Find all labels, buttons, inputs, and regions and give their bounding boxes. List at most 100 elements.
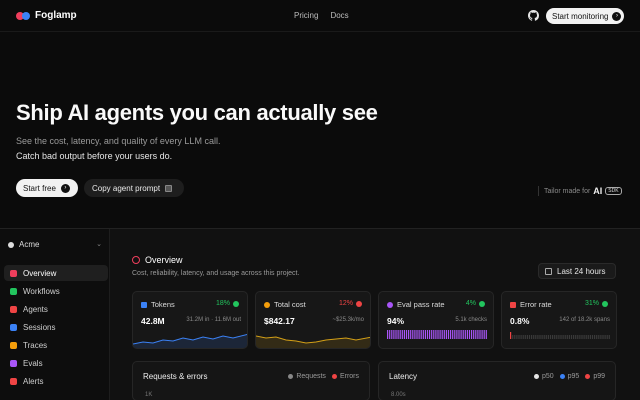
sparkbar	[549, 335, 552, 339]
sparkbar	[573, 335, 575, 339]
legend-requests[interactable]: Requests	[288, 373, 326, 380]
sidebar: Acme ⌄ Overview Workflows Agents Sessions Tr…	[0, 229, 110, 400]
start-free-label: Start free	[23, 183, 56, 193]
total-cost-icon	[264, 301, 270, 308]
tailor-made-badge: Tailor made for AI SDK	[538, 186, 622, 196]
sparkbar	[399, 330, 401, 339]
copy-icon	[165, 184, 173, 192]
brand-logo[interactable]: Foglamp	[16, 10, 77, 21]
sparkbar	[485, 330, 487, 339]
arrow-right-icon: ›	[612, 11, 622, 21]
overview-subtitle: Cost, reliability, latency, and usage ac…	[132, 270, 300, 277]
top-nav: Foglamp Pricing Docs Start monitoring ›	[0, 0, 640, 32]
sparkbar	[562, 335, 564, 339]
overview-icon	[10, 269, 17, 277]
sparkline	[510, 332, 610, 339]
sparkbar	[395, 330, 397, 339]
delta-value: 31%	[584, 300, 599, 307]
sparkbar	[556, 335, 558, 339]
card-meta: 31.2M in · 11.6M out	[186, 317, 241, 323]
sparkbar	[389, 330, 391, 339]
metric-card-tokens[interactable]: Tokens 18% 42.8M 31.2M in · 11.6M out	[132, 291, 248, 349]
metric-card-error-rate[interactable]: Error rate 31% 0.8% 142 of 18.2k spans	[501, 291, 617, 349]
sparkbar	[524, 335, 526, 339]
legend-p95[interactable]: p95	[559, 373, 579, 380]
sparkline-area	[133, 334, 247, 348]
sidebar-item-agents[interactable]: Agents	[4, 301, 108, 317]
sparkbar	[481, 330, 483, 339]
sparkbar	[583, 335, 585, 339]
chevron-down-icon: ⌄	[96, 241, 102, 248]
sparkbar	[445, 330, 447, 339]
sparkbar	[602, 335, 604, 339]
card-value: $842.17	[264, 316, 295, 326]
sparkbar	[554, 335, 556, 339]
agents-icon	[10, 305, 17, 313]
metric-card-total-cost[interactable]: Total cost 12% $842.17 ~$25.3k/mo	[255, 291, 371, 349]
alerts-icon	[10, 377, 17, 385]
sparkbar	[475, 330, 477, 339]
sparkbar	[604, 335, 606, 339]
requests-errors-panel: Requests & errors Requests Errors 1K	[132, 361, 370, 400]
delta-value: 18%	[215, 300, 230, 307]
sparkbar	[418, 330, 420, 339]
sidebar-item-overview[interactable]: Overview	[4, 265, 108, 281]
requests-axis-top: 1K	[145, 392, 153, 398]
sparkbar	[420, 330, 422, 339]
card-title: Eval pass rate	[397, 300, 445, 309]
sidebar-item-alerts[interactable]: Alerts	[4, 373, 108, 389]
sidebar-item-evals[interactable]: Evals	[4, 355, 108, 371]
sparkbar	[433, 330, 435, 339]
sparkline	[387, 330, 487, 339]
sparkbar	[391, 330, 393, 339]
sparkbar	[587, 335, 589, 339]
card-title: Error rate	[520, 300, 552, 309]
sparkbar	[483, 330, 485, 339]
sparkbar	[471, 330, 473, 339]
sparkbar	[522, 335, 524, 339]
nav-link-pricing[interactable]: Pricing	[294, 11, 318, 20]
workspace-icon	[8, 241, 14, 248]
brand-name: Foglamp	[35, 10, 77, 21]
sparkbar	[435, 330, 437, 339]
nav-links: Pricing Docs	[294, 11, 349, 20]
card-meta: 142 of 18.2k spans	[559, 317, 610, 323]
start-monitoring-button[interactable]: Start monitoring ›	[546, 8, 624, 24]
sparkbar	[431, 330, 433, 339]
time-range-select[interactable]: Last 24 hours	[538, 263, 616, 279]
legend-dot	[288, 374, 294, 379]
trend-icon	[479, 300, 485, 307]
card-delta: 31%	[585, 300, 608, 307]
sparkbar	[437, 330, 439, 339]
legend-p99[interactable]: p99	[585, 373, 605, 380]
sparkbar	[477, 330, 479, 339]
metric-card-eval-pass-rate[interactable]: Eval pass rate 4% 94% 5.1k checks	[378, 291, 494, 349]
workspace-switcher[interactable]: Acme ⌄	[8, 240, 102, 249]
hero-subtitle-1: See the cost, latency, and quality of ev…	[16, 136, 221, 146]
nav-link-docs[interactable]: Docs	[330, 11, 348, 20]
legend-p50[interactable]: p50	[533, 373, 554, 380]
sidebar-item-workflows[interactable]: Workflows	[4, 283, 108, 299]
sparkbar	[516, 335, 518, 339]
time-range-label: Last 24 hours	[557, 266, 606, 276]
sparkbar	[443, 330, 445, 339]
copy-agent-prompt-button[interactable]: Copy agent prompt	[84, 179, 184, 197]
github-icon[interactable]	[528, 10, 539, 21]
sparkbar	[545, 335, 547, 339]
sparkbar	[401, 330, 403, 339]
sparkbar	[600, 335, 602, 339]
sparkbar	[447, 330, 450, 339]
tailor-label: Tailor made for	[544, 187, 591, 195]
sidebar-item-traces[interactable]: Traces	[4, 337, 108, 353]
card-meta: ~$25.3k/mo	[332, 317, 364, 323]
start-free-button[interactable]: Start free ›	[16, 179, 78, 197]
sidebar-item-sessions[interactable]: Sessions	[4, 319, 108, 335]
sparkbar	[514, 335, 516, 339]
legend-errors[interactable]: Errors	[331, 373, 359, 380]
sparkbar	[535, 335, 537, 339]
hero-subtitle-2: Catch bad output before your users do.	[16, 151, 173, 161]
sidebar-item-label: Traces	[23, 340, 48, 350]
sparkbar	[397, 330, 399, 339]
card-title: Tokens	[151, 300, 175, 309]
tailor-ai: AI	[593, 186, 603, 196]
